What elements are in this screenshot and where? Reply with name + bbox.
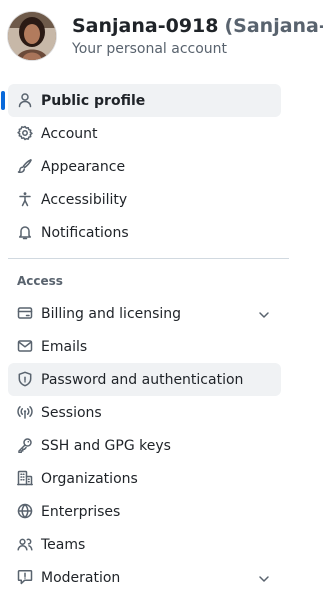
nav-item-ssh-gpg-keys[interactable]: SSH and GPG keys <box>0 429 323 462</box>
account-header: Sanjana-0918 (Sanjana-0918) Your personal… <box>0 0 323 72</box>
nav-item-enterprises[interactable]: Enterprises <box>0 495 323 528</box>
chevron-down-icon[interactable] <box>256 571 272 587</box>
shield-lock-icon <box>18 371 32 387</box>
active-indicator <box>1 91 5 110</box>
key-icon <box>18 438 32 453</box>
person-icon <box>18 93 32 108</box>
nav-item-label: Billing and licensing <box>41 306 182 322</box>
account-title: Sanjana-0918 (Sanjana-0918) <box>72 14 323 38</box>
organization-icon <box>17 470 33 486</box>
access-section-title: Access <box>17 274 63 288</box>
credit-card-icon <box>17 307 33 319</box>
nav-item-teams[interactable]: Teams <box>0 528 323 561</box>
nav-item-label: Teams <box>41 537 86 553</box>
avatar[interactable] <box>8 12 56 60</box>
people-icon <box>17 538 33 551</box>
broadcast-icon <box>17 406 33 419</box>
bell-icon <box>18 226 32 240</box>
nav-item-label: SSH and GPG keys <box>41 438 171 454</box>
account-subtitle: Your personal account <box>72 41 228 57</box>
nav-item-moderation[interactable]: Moderation <box>0 561 323 590</box>
user-handle: (Sanjana-0918) <box>224 15 323 37</box>
nav-item-appearance[interactable]: Appearance <box>0 150 323 183</box>
nav-item-label: Moderation <box>41 570 121 586</box>
nav-item-label: Account <box>41 126 98 142</box>
nav-item-password-authentication[interactable]: Password and authentication <box>0 363 323 396</box>
access-nav: Billing and licensing Emails Password an… <box>0 297 323 590</box>
nav-item-notifications[interactable]: Notifications <box>0 216 323 249</box>
accessibility-icon <box>19 192 31 207</box>
nav-item-label: Public profile <box>41 93 146 109</box>
nav-item-emails[interactable]: Emails <box>0 330 323 363</box>
nav-item-label: Organizations <box>41 471 138 487</box>
nav-item-label: Accessibility <box>41 192 128 208</box>
chevron-down-icon[interactable] <box>256 307 272 323</box>
nav-item-account[interactable]: Account <box>0 117 323 150</box>
nav-item-label: Appearance <box>41 159 126 175</box>
nav-item-accessibility[interactable]: Accessibility <box>0 183 323 216</box>
nav-item-label: Emails <box>41 339 88 355</box>
nav-divider <box>8 258 289 259</box>
nav-item-label: Enterprises <box>41 504 121 520</box>
globe-icon <box>17 503 33 519</box>
settings-nav: Public profile Account Appearance Access… <box>0 84 323 249</box>
username[interactable]: Sanjana-0918 <box>72 15 218 37</box>
mail-icon <box>17 340 33 352</box>
report-icon <box>17 570 33 585</box>
nav-item-label: Notifications <box>41 225 129 241</box>
nav-item-label: Sessions <box>41 405 102 421</box>
nav-item-sessions[interactable]: Sessions <box>0 396 323 429</box>
nav-item-billing[interactable]: Billing and licensing <box>0 297 323 330</box>
nav-item-organizations[interactable]: Organizations <box>0 462 323 495</box>
paintbrush-icon <box>17 159 32 173</box>
nav-item-label: Password and authentication <box>41 372 244 388</box>
nav-item-public-profile[interactable]: Public profile <box>0 84 323 117</box>
settings-sidebar-page: Sanjana-0918 (Sanjana-0918) Your personal… <box>0 0 323 590</box>
gear-icon <box>17 125 33 141</box>
